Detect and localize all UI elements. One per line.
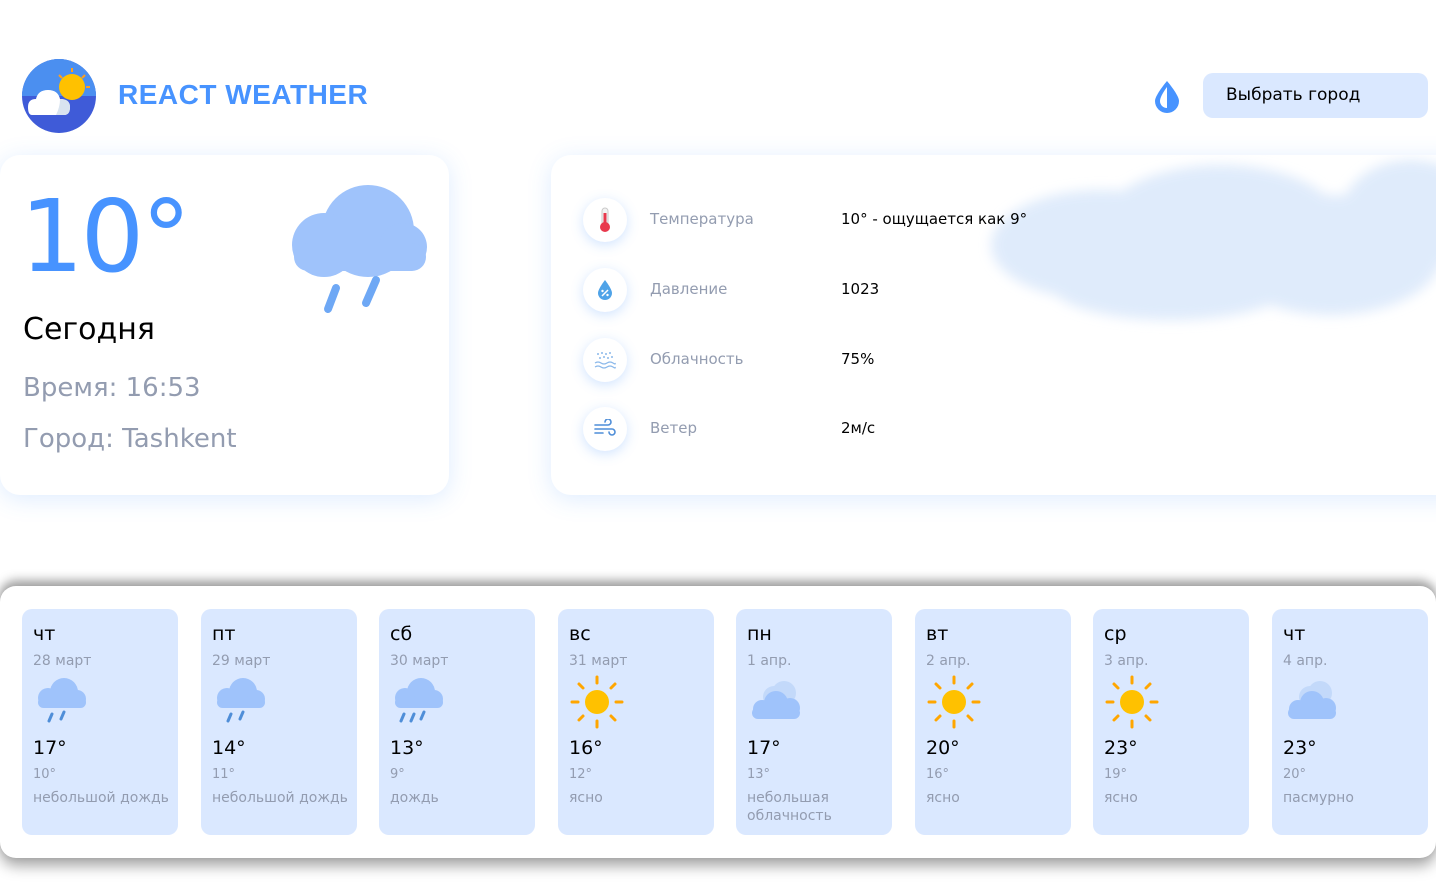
- wind-icon: [583, 407, 627, 451]
- precipitation-icon: [583, 338, 627, 382]
- detail-label: Давление: [650, 280, 728, 298]
- header: REACT WEATHER Выбрать город: [22, 59, 1428, 133]
- detail-value: 10° - ощущается как 9°: [841, 210, 1028, 228]
- forecast-day: вт: [926, 623, 949, 645]
- forecast-temp-min: 16°: [926, 767, 950, 782]
- forecast-day: ср: [1104, 623, 1127, 645]
- sun-icon: [570, 675, 624, 729]
- forecast-temp: 20°: [926, 737, 960, 759]
- forecast-temp: 16°: [569, 737, 603, 759]
- cloud-background-icon: [991, 160, 1436, 320]
- forecast-description: пасмурно: [1283, 790, 1354, 806]
- forecast-temp: 14°: [212, 737, 246, 759]
- rain-cloud-icon: [215, 676, 267, 723]
- forecast-date: 3 апр.: [1104, 653, 1149, 669]
- forecast-description: ясно: [926, 790, 960, 806]
- forecast-card[interactable]: чт 28 март 17° 10° небольшой дождь: [22, 609, 178, 835]
- forecast-date: 30 март: [390, 653, 449, 669]
- forecast-description: небольшая облачность: [747, 790, 832, 824]
- forecast-day: чт: [1283, 623, 1306, 645]
- sun-icon: [927, 675, 981, 729]
- detail-label: Ветер: [650, 419, 698, 437]
- forecast-temp-min: 20°: [1283, 767, 1307, 782]
- forecast-date: 31 март: [569, 653, 628, 669]
- thermometer-icon: [583, 198, 627, 242]
- forecast-description: небольшой дождь: [212, 790, 348, 806]
- today-label: Сегодня: [23, 312, 155, 347]
- weather-details-card: Температура 10° - ощущается как 9° Давле…: [551, 155, 1436, 495]
- forecast-date: 29 март: [212, 653, 271, 669]
- forecast-temp-min: 13°: [747, 767, 771, 782]
- forecast-description: дождь: [390, 790, 439, 806]
- detail-label: Облачность: [650, 350, 744, 368]
- current-temperature: 10°: [20, 178, 191, 295]
- forecast-day: сб: [390, 623, 413, 645]
- rain-cloud-icon: [36, 676, 88, 723]
- forecast-card[interactable]: пн 1 апр. 17° 13° небольшая облачность: [736, 609, 892, 835]
- detail-row-temperature: Температура 10° - ощущается как 9°: [583, 198, 1183, 242]
- forecast-day: чт: [33, 623, 56, 645]
- detail-row-pressure: Давление 1023: [583, 268, 1183, 312]
- forecast-temp: 17°: [33, 737, 67, 759]
- forecast-date: 28 март: [33, 653, 92, 669]
- forecast-temp-min: 11°: [212, 767, 236, 782]
- forecast-temp: 17°: [747, 737, 781, 759]
- forecast-day: вс: [569, 623, 591, 645]
- pressure-drop-icon: [583, 268, 627, 312]
- forecast-description: ясно: [1104, 790, 1138, 806]
- forecast-temp: 23°: [1104, 737, 1138, 759]
- sun-icon: [1105, 675, 1159, 729]
- cloud-icon: [752, 681, 800, 719]
- city-select-dropdown[interactable]: Выбрать город: [1203, 73, 1428, 118]
- detail-label: Температура: [650, 210, 754, 228]
- detail-row-cloudiness: Облачность 75%: [583, 338, 1183, 382]
- app-logo-icon: [22, 59, 96, 133]
- forecast-card[interactable]: ср 3 апр. 23° 19° ясно: [1093, 609, 1249, 835]
- forecast-panel: чт 28 март 17° 10° небольшой дождь пт 29 март 1…: [0, 586, 1436, 858]
- cloud-icon: [1288, 681, 1336, 719]
- detail-row-wind: Ветер 2м/с: [583, 407, 1183, 451]
- forecast-card[interactable]: сб 30 март 13° 9° дождь: [379, 609, 535, 835]
- forecast-day: пн: [747, 623, 772, 645]
- weather-app: REACT WEATHER Выбрать город 10° Сегодня …: [0, 0, 1436, 882]
- forecast-date: 1 апр.: [747, 653, 792, 669]
- detail-value: 2м/с: [841, 419, 876, 437]
- forecast-temp-min: 19°: [1104, 767, 1128, 782]
- forecast-description: ясно: [569, 790, 603, 806]
- forecast-temp: 23°: [1283, 737, 1317, 759]
- forecast-temp-min: 10°: [33, 767, 57, 782]
- forecast-date: 4 апр.: [1283, 653, 1328, 669]
- forecast-card[interactable]: чт 4 апр. 23° 20° пасмурно: [1272, 609, 1428, 835]
- current-time: Время: 16:53: [23, 373, 201, 403]
- forecast-card[interactable]: вс 31 март 16° 12° ясно: [558, 609, 714, 835]
- forecast-day: пт: [212, 623, 236, 645]
- forecast-description: небольшой дождь: [33, 790, 169, 806]
- current-city: Город: Tashkent: [23, 424, 237, 454]
- app-title: REACT WEATHER: [118, 79, 369, 110]
- detail-value: 1023: [841, 280, 880, 298]
- today-weather-card: 10° Сегодня Время: 16:53 Город: Tashkent: [0, 155, 449, 495]
- forecast-card[interactable]: пт 29 март 14° 11° небольшой дождь: [201, 609, 357, 835]
- forecast-date: 2 апр.: [926, 653, 971, 669]
- theme-toggle-icon[interactable]: [1152, 79, 1182, 113]
- forecast-temp: 13°: [390, 737, 424, 759]
- detail-value: 75%: [841, 350, 875, 368]
- forecast-temp-min: 12°: [569, 767, 593, 782]
- forecast-temp-min: 9°: [390, 767, 405, 782]
- rain-cloud-icon: [292, 185, 427, 313]
- forecast-card[interactable]: вт 2 апр. 20° 16° ясно: [915, 609, 1071, 835]
- heavy-rain-cloud-icon: [393, 676, 445, 723]
